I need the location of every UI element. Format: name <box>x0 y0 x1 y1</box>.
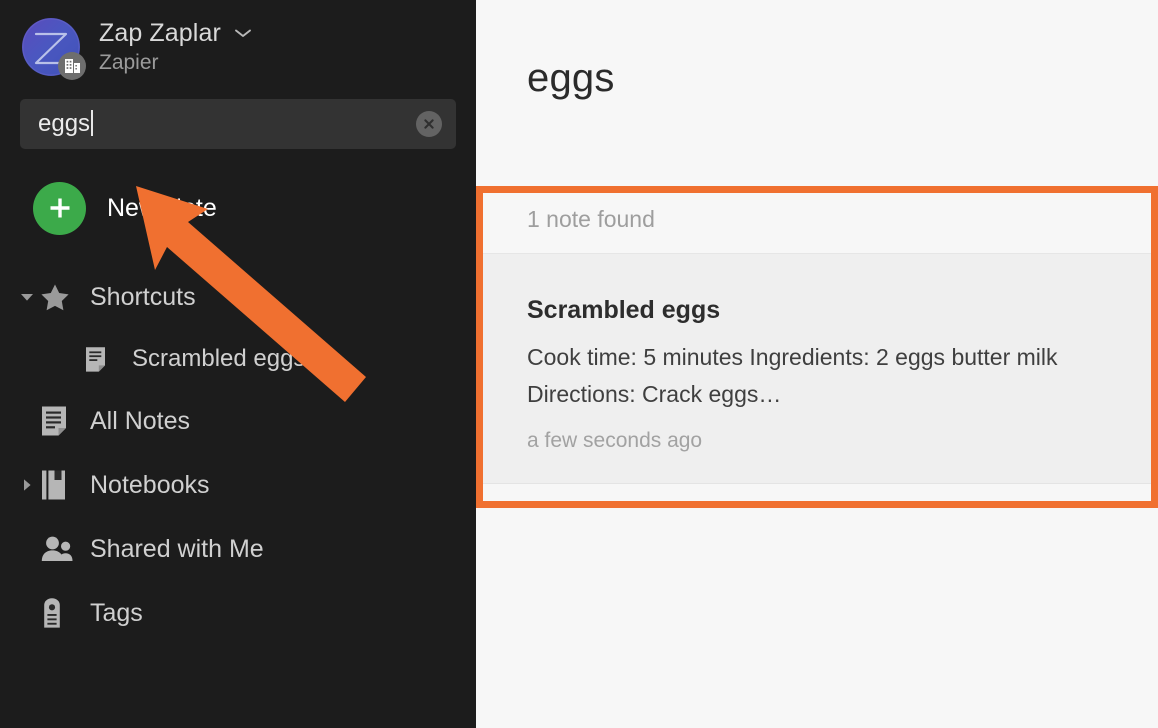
sidebar-item-label: Shared with Me <box>90 534 264 563</box>
avatar <box>22 18 86 80</box>
sidebar-item-shared-with-me[interactable]: Shared with Me <box>0 517 476 581</box>
plus-icon <box>33 181 86 235</box>
triangle-down-icon[interactable] <box>14 292 40 302</box>
note-icon <box>84 346 122 373</box>
tag-icon <box>40 597 78 629</box>
sidebar-item-label: Tags <box>90 598 143 627</box>
close-circle-icon[interactable] <box>416 111 442 137</box>
sidebar-item-scrambled-eggs[interactable]: Scrambled eggs <box>0 329 476 389</box>
account-name-row: Zap Zaplar <box>99 19 253 48</box>
note-snippet: Cook time: 5 minutes Ingredients: 2 eggs… <box>527 344 1058 407</box>
app-root: Zap Zaplar Zapier eggs New Note Shortcut… <box>0 0 1158 728</box>
sidebar-item-label: Scrambled eggs <box>132 345 306 372</box>
sidebar-item-tags[interactable]: Tags <box>0 581 476 645</box>
search-results: 1 note found Scrambled eggs Cook time: 5… <box>476 186 1158 484</box>
sidebar-item-label: Notebooks <box>90 470 210 499</box>
sidebar-item-notebooks[interactable]: Notebooks <box>0 453 476 517</box>
sidebar-nav: Shortcuts Scrambled eggs All Notes Noteb… <box>0 265 476 645</box>
triangle-right-icon[interactable] <box>14 478 40 492</box>
sidebar: Zap Zaplar Zapier eggs New Note Shortcut… <box>0 0 476 728</box>
note-timestamp: a few seconds ago <box>527 429 703 452</box>
results-count: 1 note found <box>476 186 1158 254</box>
note-title: Scrambled eggs <box>527 296 721 324</box>
sidebar-item-label: Shortcuts <box>90 282 196 311</box>
text-cursor <box>91 110 94 136</box>
note-list-item[interactable]: Scrambled eggs Cook time: 5 minutes Ingr… <box>476 254 1158 484</box>
account-organization: Zapier <box>99 51 159 75</box>
star-icon <box>40 283 78 312</box>
page-title: eggs <box>527 56 615 100</box>
sidebar-item-label: All Notes <box>90 406 191 435</box>
notebook-icon <box>40 469 78 501</box>
account-text: Zap Zaplar Zapier <box>99 19 253 76</box>
building-icon <box>64 59 80 73</box>
people-icon <box>40 535 78 563</box>
organization-badge <box>58 52 86 80</box>
search-row: eggs <box>0 99 476 149</box>
new-note-label: New Note <box>107 193 217 222</box>
sidebar-item-all-notes[interactable]: All Notes <box>0 389 476 453</box>
search-input[interactable]: eggs <box>20 99 456 149</box>
new-note-button[interactable]: New Note <box>0 181 476 235</box>
search-input-value: eggs <box>20 110 94 138</box>
main-content: eggs 1 note found Scrambled eggs Cook ti… <box>476 0 1158 728</box>
chevron-down-icon[interactable] <box>233 27 253 39</box>
notes-icon <box>40 405 78 437</box>
sidebar-item-shortcuts[interactable]: Shortcuts <box>0 265 476 329</box>
account-name: Zap Zaplar <box>99 18 221 47</box>
account-switcher[interactable]: Zap Zaplar Zapier <box>0 0 476 80</box>
